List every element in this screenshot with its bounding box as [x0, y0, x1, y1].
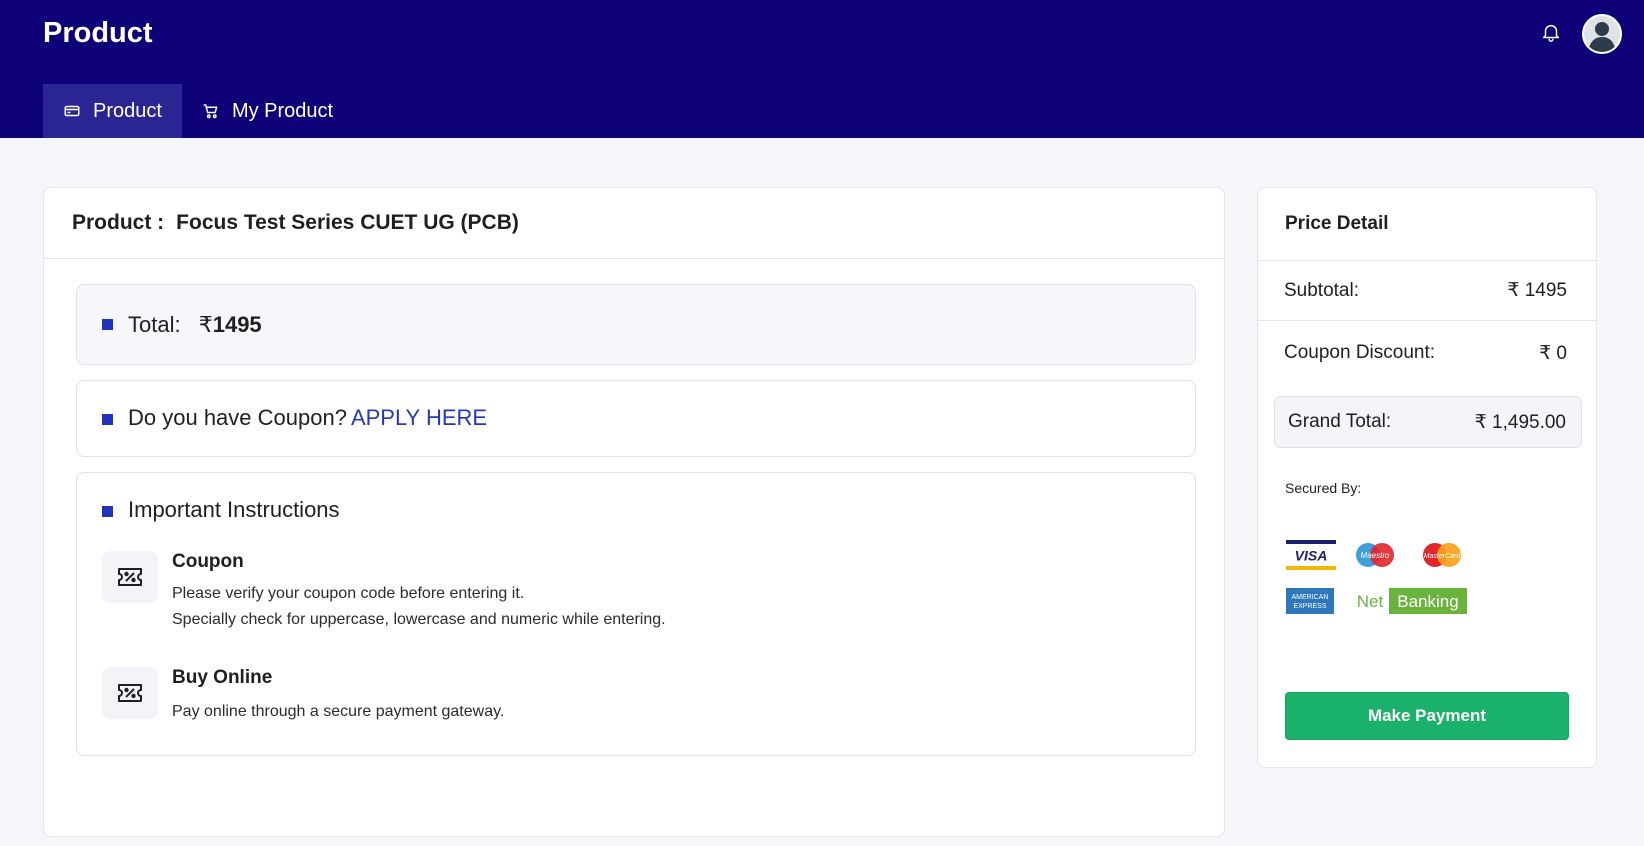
price-detail-title: Price Detail	[1258, 188, 1596, 261]
bullet-marker	[102, 506, 113, 517]
american-express-logo: AMERICAN EXPRESS	[1286, 588, 1334, 619]
grand-total-row: Grand Total: ₹ 1,495.00	[1274, 396, 1582, 448]
currency-symbol: ₹	[198, 312, 213, 337]
amex-line1: AMERICAN	[1292, 594, 1329, 601]
product-heading: Product : Focus Test Series CUET UG (PCB…	[44, 188, 1224, 259]
product-card: Product : Focus Test Series CUET UG (PCB…	[43, 187, 1225, 837]
amex-line2: EXPRESS	[1293, 603, 1326, 610]
coupon-row: Do you have Coupon? APPLY HERE	[128, 405, 487, 431]
apply-coupon-link[interactable]: APPLY HERE	[351, 405, 487, 430]
total-box: Total: ₹1495	[76, 284, 1196, 365]
cart-icon	[202, 102, 220, 120]
visa-text: VISA	[1295, 548, 1328, 564]
tab-label: Product	[93, 99, 162, 122]
product-name: Focus Test Series CUET UG (PCB)	[176, 211, 519, 234]
total-row: Total: ₹1495	[128, 312, 262, 338]
grand-total-value: ₹ 1,495.00	[1474, 411, 1566, 433]
instruction-text: Pay online through a secure payment gate…	[172, 703, 505, 720]
instructions-box: Important Instructions Coupon Please ver…	[76, 472, 1196, 756]
visa-logo: VISA	[1286, 540, 1336, 575]
user-avatar[interactable]	[1582, 14, 1622, 54]
netbanking-logo: Net Banking	[1351, 588, 1467, 619]
card-icon	[63, 102, 81, 120]
mastercard-logo: MasterCard	[1420, 540, 1464, 575]
total-label: Total:	[128, 312, 181, 337]
bullet-marker	[102, 414, 113, 425]
coupon-ticket-icon	[102, 667, 158, 719]
coupon-discount-row: Coupon Discount: ₹ 0	[1258, 321, 1596, 385]
instructions-title: Important Instructions	[128, 497, 340, 522]
coupon-box: Do you have Coupon? APPLY HERE	[76, 380, 1196, 457]
netbanking-part2: Banking	[1397, 592, 1458, 611]
discount-value: ₹ 0	[1539, 342, 1567, 364]
bullet-marker	[102, 319, 113, 330]
grand-total-label: Grand Total:	[1288, 411, 1392, 432]
total-value: 1495	[212, 312, 262, 337]
instruction-title: Coupon	[172, 551, 244, 572]
subtotal-row: Subtotal: ₹ 1495	[1258, 261, 1596, 321]
instruction-text: Specially check for uppercase, lowercase…	[172, 611, 666, 628]
instruction-title: Buy Online	[172, 667, 273, 688]
make-payment-button[interactable]: Make Payment	[1285, 692, 1569, 740]
top-header: Product Product My Product	[0, 0, 1644, 138]
tab-my-product[interactable]: My Product	[182, 84, 353, 138]
subtotal-label: Subtotal:	[1284, 279, 1359, 301]
price-detail-card: Price Detail Subtotal: ₹ 1495 Coupon Dis…	[1257, 187, 1597, 768]
discount-label: Coupon Discount:	[1284, 342, 1436, 363]
tab-bar: Product My Product	[43, 84, 353, 138]
subtotal-value: ₹ 1495	[1507, 280, 1567, 301]
page-title: Product	[43, 17, 153, 49]
netbanking-part1: Net	[1357, 592, 1384, 611]
mastercard-text: MasterCard	[1424, 553, 1462, 560]
maestro-text: Maestro	[1361, 551, 1390, 560]
maestro-logo: Maestro	[1353, 540, 1397, 575]
coupon-question: Do you have Coupon?	[128, 405, 347, 430]
total-amount: ₹1495	[199, 312, 262, 337]
tab-product[interactable]: Product	[43, 84, 182, 138]
secured-by-label: Secured By:	[1285, 480, 1362, 496]
coupon-ticket-icon	[102, 551, 158, 603]
instruction-text: Please verify your coupon code before en…	[172, 585, 525, 602]
bell-icon[interactable]	[1540, 21, 1562, 43]
product-heading-label: Product :	[72, 211, 165, 234]
tab-label: My Product	[231, 99, 334, 122]
